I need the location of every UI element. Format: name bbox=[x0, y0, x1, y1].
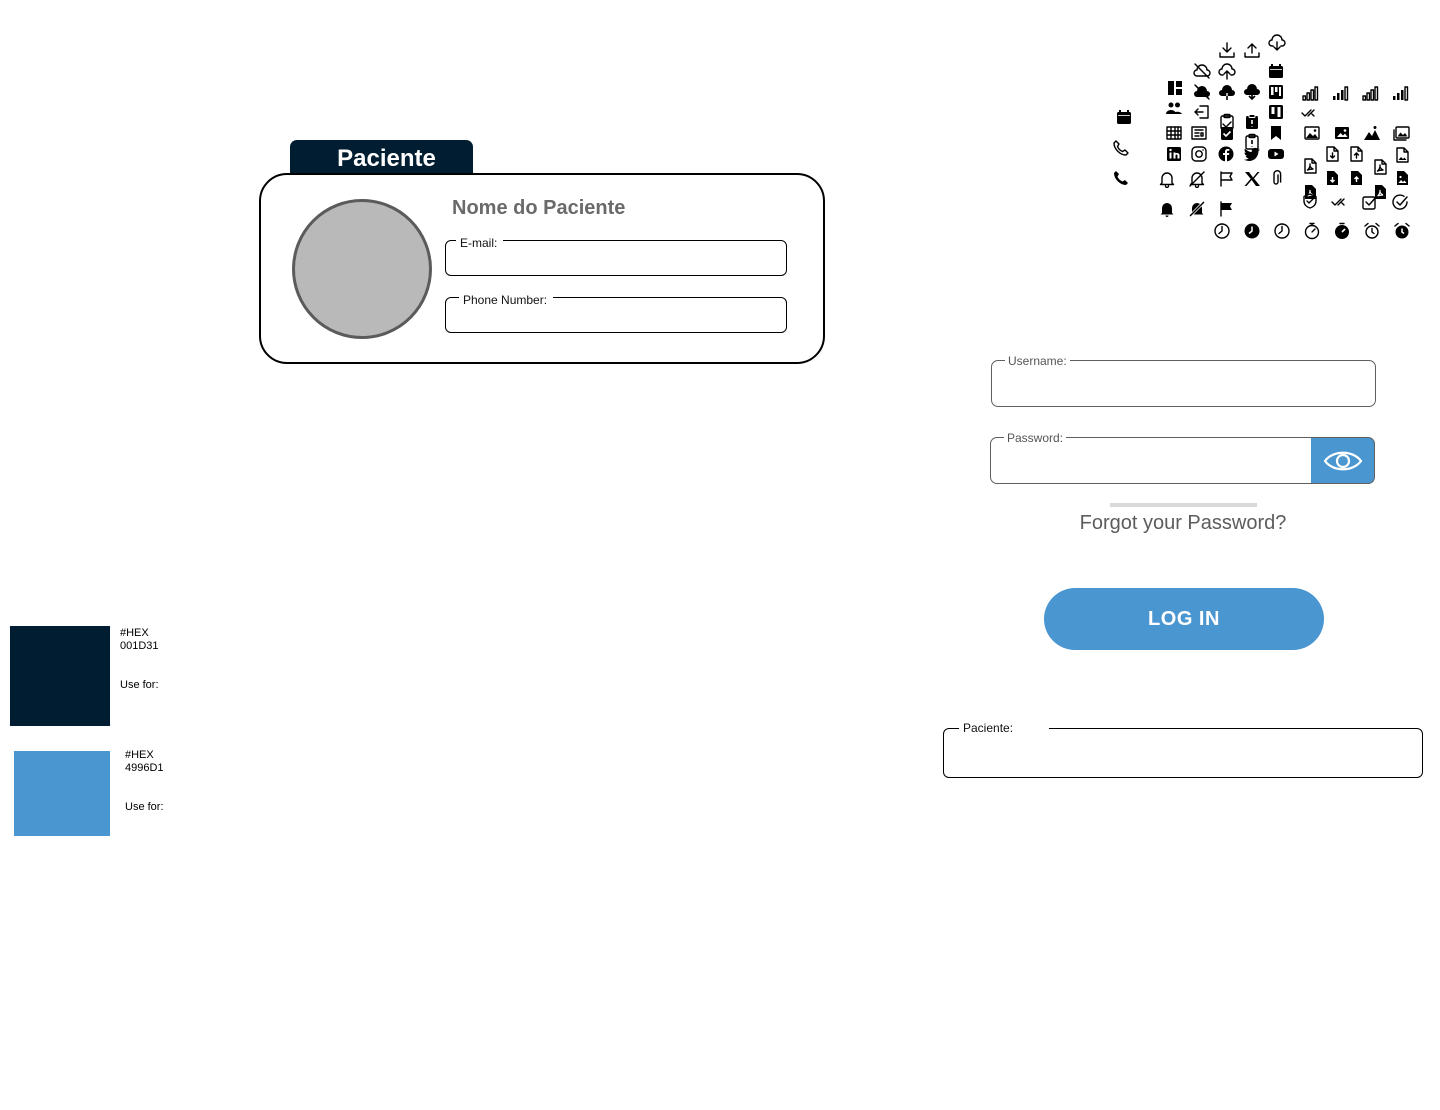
facebook-icon bbox=[1217, 145, 1235, 163]
signal-weak-icon bbox=[1361, 84, 1379, 102]
swatch-hex-value: 001D31 bbox=[120, 640, 159, 652]
twitter-icon bbox=[1243, 145, 1261, 163]
cloud-upload-filled-icon bbox=[1218, 83, 1236, 101]
phone-filled-icon bbox=[1112, 169, 1130, 187]
clipboard-check-icon bbox=[1218, 124, 1236, 142]
cloud-off-filled-icon bbox=[1193, 83, 1211, 101]
file-pdf-icon bbox=[1301, 157, 1319, 175]
clipboard-filled-icon bbox=[1243, 113, 1261, 131]
phone-icon bbox=[1112, 139, 1130, 157]
username-label: Username: bbox=[1005, 354, 1070, 368]
kanban-icon bbox=[1267, 83, 1285, 101]
checkbox-icon bbox=[1361, 193, 1379, 211]
double-check-icon bbox=[1331, 193, 1349, 211]
linkedin-icon bbox=[1165, 145, 1183, 163]
file-download-filled-icon bbox=[1323, 169, 1341, 187]
patient-card-title: Paciente bbox=[337, 145, 436, 172]
file-upload-filled-icon bbox=[1347, 169, 1365, 187]
file-image-filled-icon bbox=[1393, 169, 1411, 187]
forgot-password-link[interactable]: Forgot your Password? bbox=[1060, 512, 1306, 535]
patient-name: Nome do Paciente bbox=[452, 197, 626, 219]
cloud-download-filled-icon bbox=[1243, 83, 1261, 101]
image-icon bbox=[1303, 124, 1321, 142]
cloud-off-icon bbox=[1193, 62, 1211, 80]
avatar bbox=[292, 199, 432, 339]
flag-icon bbox=[1218, 170, 1236, 188]
dashboard-icon bbox=[1166, 79, 1184, 97]
color-swatch-blue bbox=[14, 751, 110, 836]
logout-icon bbox=[1193, 103, 1211, 121]
alarm-icon bbox=[1363, 222, 1381, 240]
youtube-icon bbox=[1267, 145, 1285, 163]
x-logo-icon bbox=[1243, 170, 1261, 188]
cloud-upload-icon bbox=[1218, 62, 1236, 80]
gallery-icon bbox=[1393, 124, 1411, 142]
flag-filled-icon bbox=[1218, 200, 1236, 218]
upload-icon bbox=[1243, 41, 1261, 59]
image-filled-icon bbox=[1333, 124, 1351, 142]
email-label: E-mail: bbox=[456, 236, 504, 250]
instagram-icon bbox=[1190, 145, 1208, 163]
eye-icon bbox=[1323, 451, 1362, 470]
swatch-hex-label: #HEX bbox=[120, 627, 149, 639]
timer-icon bbox=[1303, 222, 1321, 240]
login-button[interactable]: LOG IN bbox=[1044, 588, 1324, 650]
swatch-use-label: Use for: bbox=[120, 679, 159, 691]
clock-icon bbox=[1273, 222, 1291, 240]
clock-icon bbox=[1213, 222, 1231, 240]
bell-off-filled-icon bbox=[1188, 200, 1206, 218]
double-check-icon bbox=[1301, 104, 1319, 122]
bookmark-icon bbox=[1267, 124, 1285, 142]
landscape-icon bbox=[1363, 124, 1381, 142]
patient-input[interactable] bbox=[943, 728, 1423, 778]
download-icon bbox=[1218, 41, 1236, 59]
file-download-icon bbox=[1323, 145, 1341, 163]
check-circle-icon bbox=[1391, 193, 1409, 211]
bell-filled-icon bbox=[1158, 200, 1176, 218]
file-pdf-icon bbox=[1371, 158, 1389, 176]
color-swatch-navy bbox=[10, 626, 110, 726]
password-label: Password: bbox=[1004, 431, 1067, 445]
swatch-hex-label: #HEX bbox=[125, 749, 154, 761]
phone-label: Phone Number: bbox=[459, 293, 554, 307]
swatch-hex-value: 4996D1 bbox=[125, 762, 164, 774]
file-image-icon bbox=[1393, 146, 1411, 164]
forgot-divider bbox=[1110, 503, 1257, 507]
signal-strong-icon bbox=[1391, 84, 1409, 102]
bell-off-icon bbox=[1188, 170, 1206, 188]
signal-weak-icon bbox=[1301, 84, 1319, 102]
kanban-filled-icon bbox=[1267, 103, 1285, 121]
bell-icon bbox=[1158, 170, 1176, 188]
file-upload-icon bbox=[1347, 145, 1365, 163]
alarm-filled-icon bbox=[1393, 222, 1411, 240]
signal-strong-icon bbox=[1331, 84, 1349, 102]
shield-check-icon bbox=[1301, 192, 1319, 210]
news-icon bbox=[1190, 124, 1208, 142]
calendar-icon bbox=[1267, 62, 1285, 80]
show-password-button[interactable] bbox=[1311, 437, 1375, 484]
patient-input-label: Paciente: bbox=[959, 721, 1050, 735]
timer-filled-icon bbox=[1333, 222, 1351, 240]
table-icon bbox=[1165, 124, 1183, 142]
paperclip-icon bbox=[1267, 170, 1285, 188]
swatch-use-label: Use for: bbox=[125, 801, 164, 813]
clock-filled-icon bbox=[1243, 222, 1261, 240]
cloud-download-icon bbox=[1268, 34, 1286, 52]
users-icon bbox=[1165, 99, 1183, 117]
calendar-icon bbox=[1115, 108, 1133, 126]
